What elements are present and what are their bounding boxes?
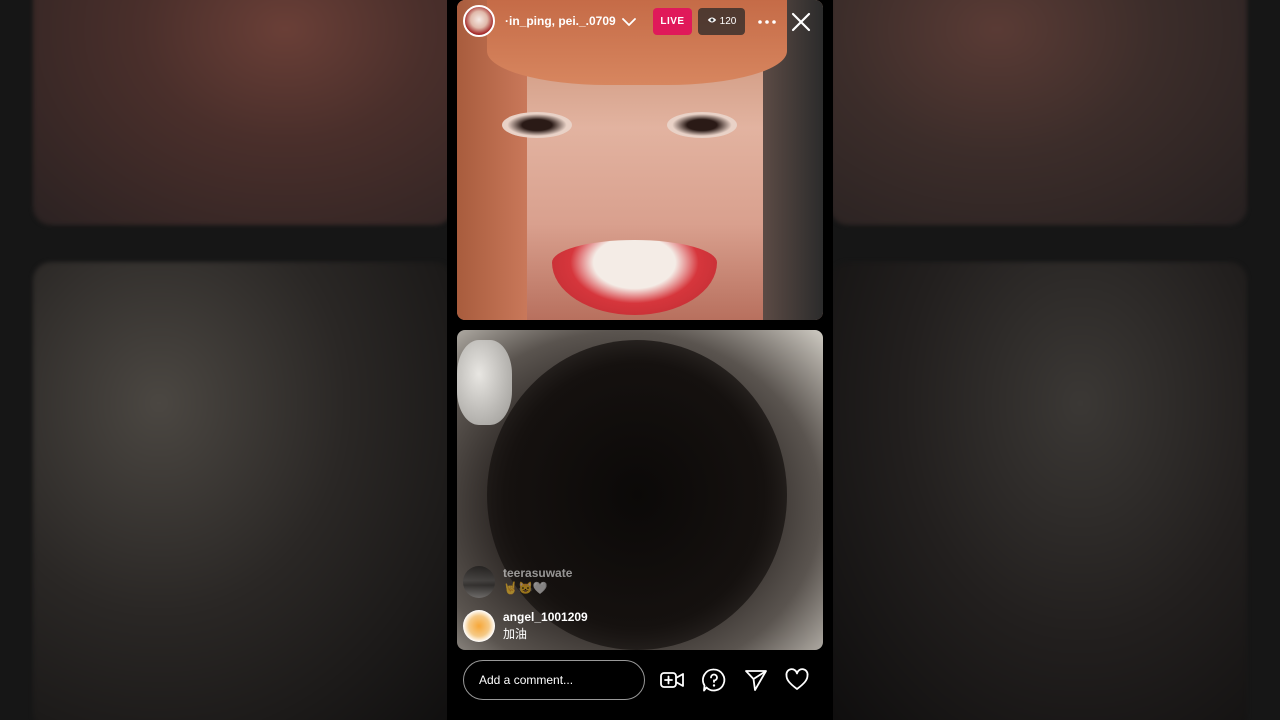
guest-video[interactable]: [457, 330, 823, 650]
blurred-tile: [33, 0, 453, 225]
question-icon[interactable]: [701, 667, 727, 693]
video-detail: [502, 112, 572, 138]
live-stream-screen: ·in_ping, pei._.0709 LIVE 120 teerasuwat…: [447, 0, 833, 720]
more-icon[interactable]: [755, 12, 779, 32]
live-badge: LIVE: [653, 8, 692, 35]
video-detail: [457, 340, 512, 425]
comment-text: 加油: [503, 627, 528, 641]
viewer-count-badge[interactable]: 120: [698, 8, 745, 35]
commenter-name[interactable]: angel_1001209: [503, 610, 588, 624]
close-icon[interactable]: [789, 10, 813, 34]
comment-input[interactable]: Add a comment...: [463, 660, 645, 700]
chevron-down-icon[interactable]: [621, 14, 637, 30]
commenter-name[interactable]: teerasuwate: [503, 566, 572, 580]
video-detail: [552, 240, 717, 315]
comment-text: 🤘😺🤍: [503, 581, 548, 595]
send-icon[interactable]: [743, 667, 769, 693]
eye-icon: [707, 15, 717, 28]
blurred-tile: [830, 0, 1247, 225]
video-detail: [487, 340, 787, 650]
blurred-tile: [33, 262, 453, 720]
commenter-avatar[interactable]: [463, 566, 495, 598]
video-detail: [667, 112, 737, 138]
host-avatar[interactable]: [463, 5, 495, 37]
commenter-avatar[interactable]: [463, 610, 495, 642]
comment-item: teerasuwate 🤘😺🤍: [463, 566, 572, 598]
viewer-count: 120: [719, 16, 737, 27]
host-video[interactable]: [457, 0, 823, 320]
comment-item: angel_1001209 加油: [463, 610, 588, 642]
live-header: ·in_ping, pei._.0709 LIVE 120: [447, 0, 833, 44]
heart-icon[interactable]: [784, 667, 810, 693]
blurred-tile: [830, 262, 1247, 720]
host-names[interactable]: ·in_ping, pei._.0709: [505, 14, 617, 28]
video-add-icon[interactable]: [659, 667, 685, 693]
